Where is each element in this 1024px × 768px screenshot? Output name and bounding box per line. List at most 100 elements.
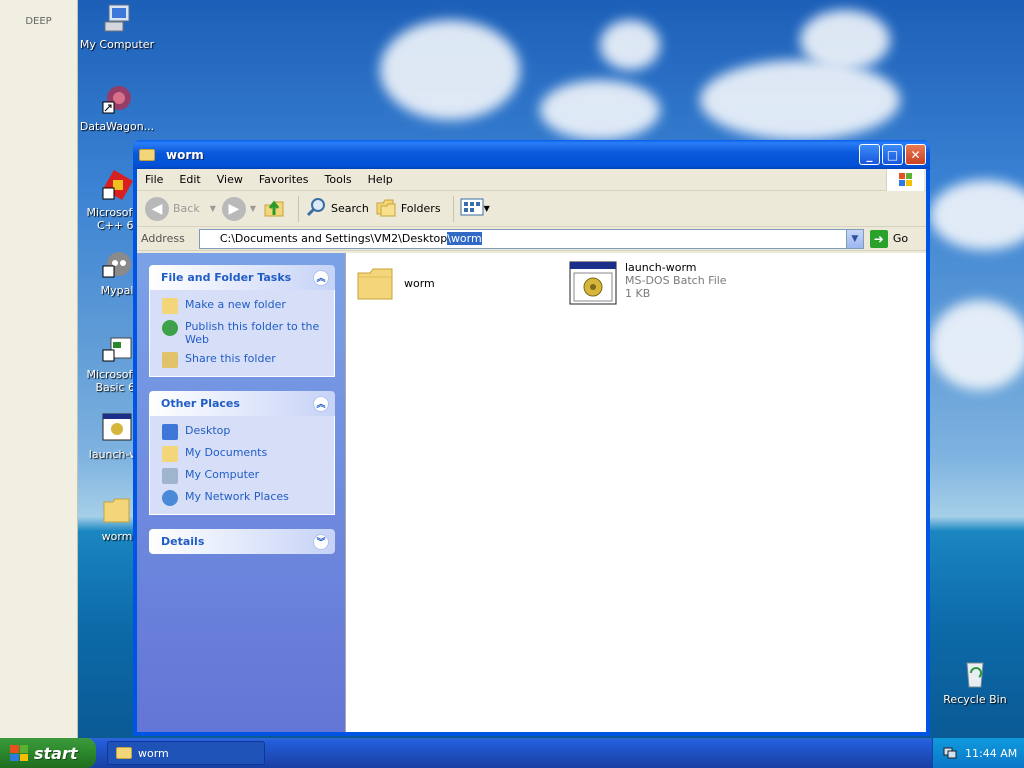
panel-title: File and Folder Tasks — [161, 271, 292, 284]
publish-web-icon — [162, 320, 178, 336]
place-my-documents[interactable]: My Documents — [162, 446, 328, 462]
network-tray-icon[interactable] — [943, 745, 957, 762]
menu-bar: File Edit View Favorites Tools Help — [137, 169, 926, 191]
file-folder-tasks-header[interactable]: File and Folder Tasks ︽ — [149, 265, 335, 290]
forward-arrow-icon: ▶ — [221, 196, 246, 221]
menu-view[interactable]: View — [209, 173, 251, 186]
start-label: start — [34, 743, 78, 763]
address-path: C:\Documents and Settings\VM2\Desktop — [219, 232, 448, 245]
network-icon — [162, 490, 178, 506]
expand-chevron-icon[interactable]: ︾ — [313, 533, 329, 550]
back-arrow-icon: ◀ — [145, 196, 169, 221]
up-button[interactable] — [262, 195, 286, 222]
forward-button[interactable]: ▶ ▼ — [221, 196, 257, 221]
panel-title: Details — [161, 535, 205, 548]
search-label: Search — [331, 202, 369, 215]
side-panel-label: DEEP — [25, 16, 52, 27]
minimize-icon: _ — [866, 147, 873, 162]
address-input[interactable]: C:\Documents and Settings\VM2\Desktop \w… — [198, 228, 864, 249]
folders-label: Folders — [400, 202, 441, 215]
address-path-selected: \worm — [447, 232, 482, 245]
task-share-folder[interactable]: Share this folder — [162, 352, 328, 368]
batch-file-icon — [569, 261, 617, 308]
menu-favorites[interactable]: Favorites — [251, 173, 317, 186]
desktop-icon-my-computer[interactable]: My Computer — [79, 2, 155, 51]
maximize-button[interactable]: □ — [882, 144, 903, 165]
menu-file[interactable]: File — [137, 173, 171, 186]
task-pane: File and Folder Tasks ︽ Make a new folde… — [137, 253, 346, 732]
cloud — [700, 60, 900, 140]
cloud — [380, 20, 520, 120]
address-dropdown-button[interactable]: ▼ — [845, 229, 863, 248]
cloud — [800, 10, 890, 70]
place-desktop[interactable]: Desktop — [162, 424, 328, 440]
menu-tools[interactable]: Tools — [317, 173, 360, 186]
system-tray: 11:44 AM — [932, 738, 1024, 768]
collapse-chevron-icon[interactable]: ︽ — [313, 269, 329, 286]
back-button[interactable]: ◀ Back ▼ — [145, 196, 216, 221]
file-meta: worm — [404, 277, 435, 290]
close-icon: ✕ — [910, 147, 921, 162]
file-folder-tasks-panel: File and Folder Tasks ︽ Make a new folde… — [149, 265, 335, 377]
folder-icon — [101, 494, 133, 526]
views-icon — [460, 197, 484, 220]
desktop-icon — [162, 424, 178, 440]
file-size: 1 KB — [625, 287, 651, 300]
file-item-launch-worm[interactable]: launch-worm MS-DOS Batch File 1 KB — [569, 261, 727, 308]
folder-icon — [139, 148, 155, 161]
side-panel: DEEP — [0, 0, 78, 738]
desktop-icon-datawagon[interactable]: DataWagon... — [79, 84, 155, 133]
minimize-button[interactable]: _ — [859, 144, 880, 165]
title-bar[interactable]: worm — [133, 140, 930, 169]
file-item-worm-folder[interactable]: worm — [356, 263, 435, 306]
toolbar-separator — [452, 195, 454, 222]
details-header[interactable]: Details ︾ — [149, 529, 335, 554]
batch-file-icon — [101, 412, 133, 444]
go-label: Go — [892, 232, 909, 245]
menu-help[interactable]: Help — [360, 173, 401, 186]
share-folder-icon — [162, 352, 178, 368]
visual-basic-shortcut-icon — [101, 332, 133, 364]
address-label: Address — [141, 232, 185, 245]
content-area: File and Folder Tasks ︽ Make a new folde… — [137, 253, 926, 732]
task-publish-folder[interactable]: Publish this folder to the Web — [162, 320, 328, 346]
views-dropdown-icon: ▼ — [483, 204, 490, 213]
file-list: worm launch-worm MS-DOS Batch File 1 KB — [346, 253, 926, 732]
cloud — [540, 80, 660, 140]
panel-title: Other Places — [161, 397, 240, 410]
task-make-new-folder[interactable]: Make a new folder — [162, 298, 328, 314]
menu-edit[interactable]: Edit — [171, 173, 208, 186]
search-button[interactable]: Search — [305, 196, 369, 221]
explorer-window: worm _ □ ✕ File Edit View Favorites Tool… — [133, 140, 930, 736]
place-my-computer[interactable]: My Computer — [162, 468, 328, 484]
back-dropdown-icon: ▼ — [209, 204, 216, 213]
taskbar-item-worm[interactable]: worm — [107, 741, 265, 765]
windows-logo-icon — [886, 169, 924, 191]
visual-cpp-shortcut-icon — [101, 169, 134, 202]
file-type: MS-DOS Batch File — [625, 274, 727, 287]
maximize-icon: □ — [886, 147, 899, 162]
close-button[interactable]: ✕ — [905, 144, 926, 165]
clock[interactable]: 11:44 AM — [965, 747, 1017, 760]
cloud — [600, 20, 660, 70]
recycle-bin-icon — [959, 657, 991, 689]
go-button[interactable]: ➜ Go — [869, 229, 909, 248]
other-places-header[interactable]: Other Places ︽ — [149, 391, 335, 416]
details-panel: Details ︾ — [149, 529, 335, 554]
datawagon-shortcut-icon — [101, 84, 133, 116]
taskbar: start worm 11:44 AM — [0, 738, 1024, 768]
place-my-network-places[interactable]: My Network Places — [162, 490, 328, 506]
cloud — [930, 300, 1024, 390]
collapse-chevron-icon[interactable]: ︽ — [313, 395, 329, 412]
documents-icon — [162, 446, 178, 462]
folders-icon — [375, 196, 397, 221]
folders-button[interactable]: Folders — [375, 196, 441, 221]
go-arrow-icon: ➜ — [869, 229, 888, 248]
desktop-icon-recycle-bin[interactable]: Recycle Bin — [937, 657, 1013, 706]
taskbar-item-label: worm — [138, 746, 169, 760]
forward-dropdown-icon: ▼ — [249, 204, 257, 213]
views-button[interactable]: ▼ — [460, 197, 490, 220]
start-button[interactable]: start — [0, 738, 96, 768]
other-places-panel: Other Places ︽ Desktop My Documents My C… — [149, 391, 335, 515]
folder-icon — [116, 747, 132, 759]
